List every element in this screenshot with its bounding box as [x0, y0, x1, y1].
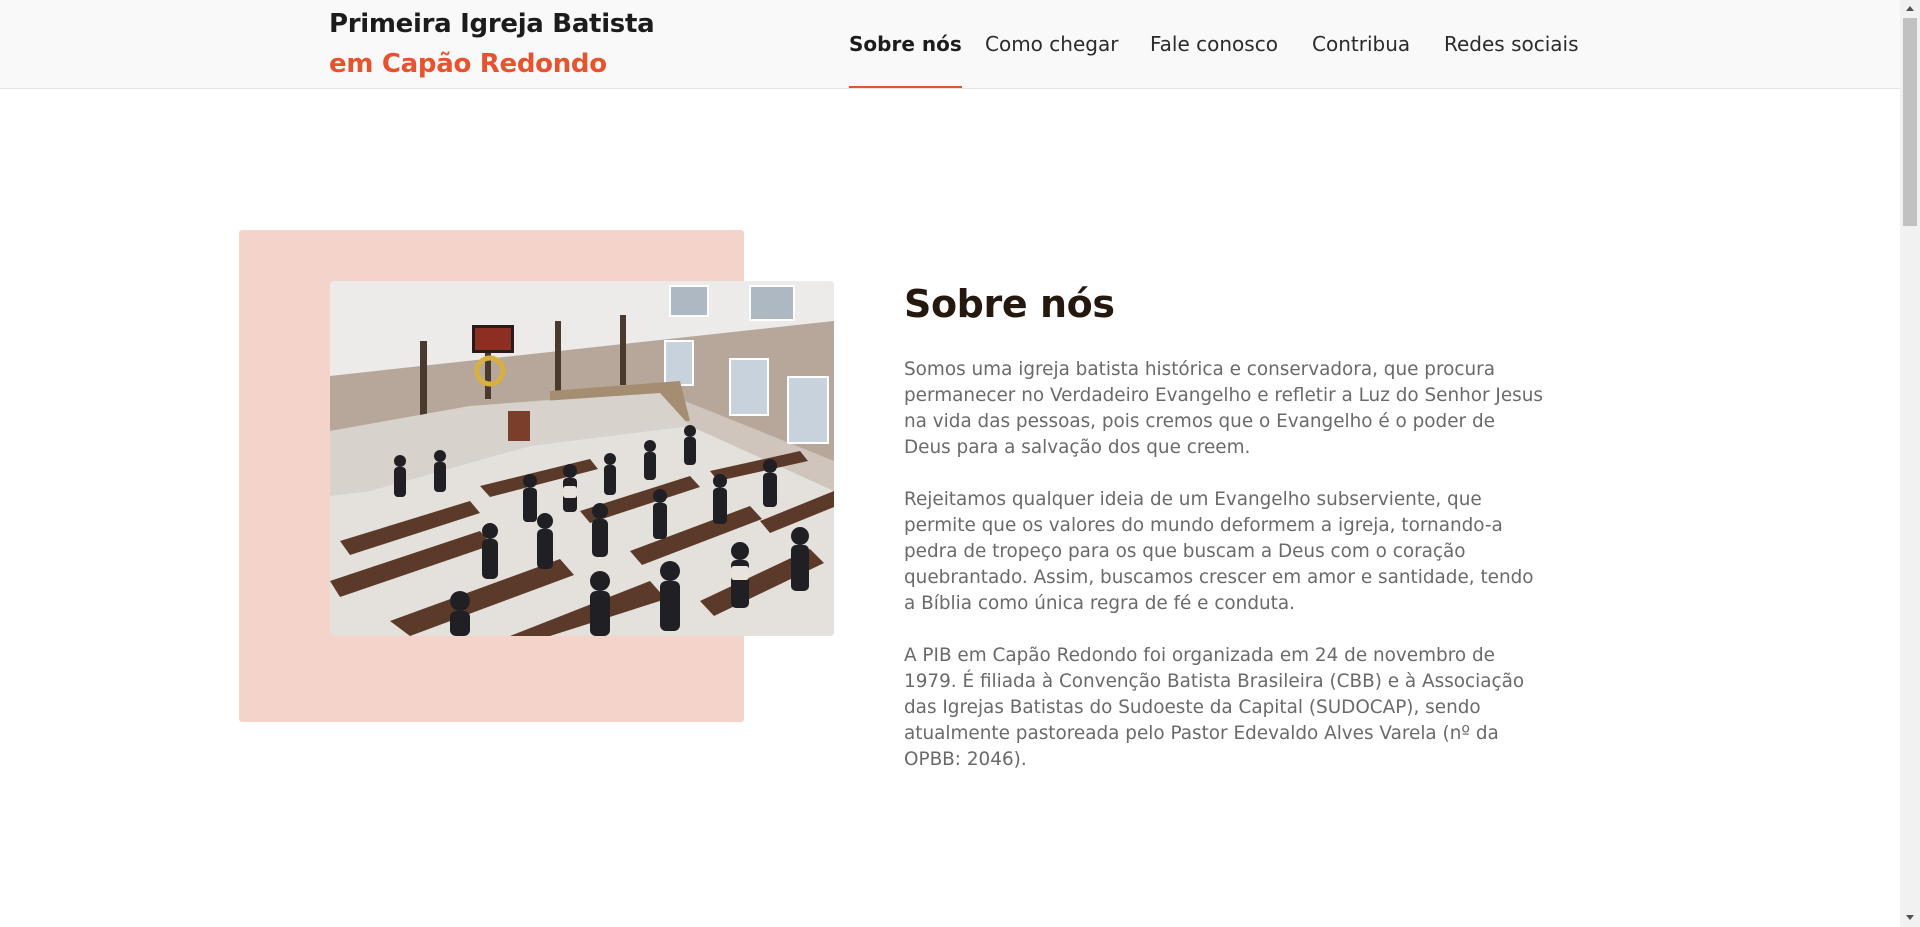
section-title: Sobre nós: [904, 282, 1115, 326]
nav-link-redes-sociais[interactable]: Redes sociais: [1444, 0, 1579, 86]
site-header: Primeira Igreja Batista em Capão Redondo…: [0, 0, 1900, 89]
about-paragraph-1: Somos uma igreja batista histórica e con…: [904, 359, 1543, 458]
scroll-thumb[interactable]: [1903, 18, 1917, 226]
nav-link-fale-conosco[interactable]: Fale conosco: [1150, 0, 1278, 86]
page-scrollbar[interactable]: [1900, 0, 1920, 927]
brand-name-line2[interactable]: em Capão Redondo: [329, 48, 654, 80]
site-logo[interactable]: Primeira Igreja Batista em Capão Redondo: [329, 8, 655, 80]
scroll-up-arrow-icon[interactable]: [1900, 0, 1920, 18]
about-paragraph-2: Rejeitamos qualquer ideia de um Evangelh…: [904, 489, 1534, 614]
scroll-down-arrow-icon[interactable]: [1900, 909, 1920, 927]
brand-name-line1[interactable]: Primeira Igreja Batista: [329, 8, 655, 40]
about-paragraph-3: A PIB em Capão Redondo foi organizada em…: [904, 645, 1525, 770]
nav-link-como-chegar[interactable]: Como chegar: [985, 0, 1118, 86]
church-interior-photo: [330, 281, 834, 636]
nav-link-contribua[interactable]: Contribua: [1312, 0, 1410, 86]
nav-link-sobre-nos[interactable]: Sobre nós: [849, 0, 962, 88]
